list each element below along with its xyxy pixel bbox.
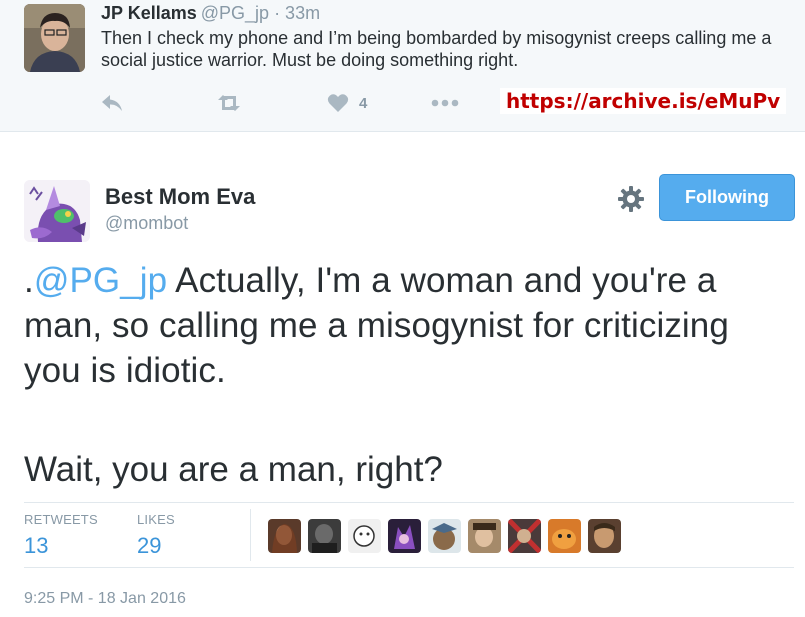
text-prefix: . [24, 261, 34, 300]
stats-vertical-divider [250, 509, 251, 561]
liker-avatar[interactable] [348, 519, 381, 553]
retweets-count: 13 [24, 533, 49, 558]
main-tweet-text: .@PG_jp Actually, I'm a woman and you're… [24, 258, 794, 393]
stats-divider-top [24, 502, 794, 503]
liker-avatar[interactable] [428, 519, 461, 553]
like-count: 4 [359, 94, 368, 112]
reply-header: JP Kellams @PG_jp · 33m [101, 2, 320, 24]
reply-icon [101, 93, 123, 113]
main-tweet-text-line2: Wait, you are a man, right? [24, 450, 443, 489]
liker-avatar[interactable] [468, 519, 501, 553]
likes-label: LIKES [137, 512, 175, 527]
heart-icon [327, 93, 349, 113]
settings-button[interactable] [617, 185, 645, 213]
liker-avatar[interactable] [508, 519, 541, 553]
retweet-button[interactable] [215, 90, 243, 116]
liker-avatar[interactable] [268, 519, 301, 553]
reply-avatar[interactable] [24, 4, 85, 72]
reply-button[interactable] [101, 90, 123, 116]
archive-link[interactable]: https://archive.is/eMuPv [500, 88, 787, 114]
retweets-label: RETWEETS [24, 512, 98, 527]
tweet-timestamp[interactable]: 9:25 PM - 18 Jan 2016 [24, 590, 186, 608]
following-button[interactable]: Following [659, 174, 795, 221]
reply-time[interactable]: · 33m [274, 3, 320, 23]
liker-avatar[interactable] [588, 519, 621, 553]
main-author-handle[interactable]: @mombot [105, 213, 188, 234]
like-button[interactable]: 4 [327, 90, 367, 116]
retweets-stat[interactable]: RETWEETS 13 [24, 512, 98, 559]
stats-divider-bottom [24, 567, 794, 568]
liker-avatar[interactable] [388, 519, 421, 553]
liker-avatar[interactable] [308, 519, 341, 553]
reply-actions: 4 https://archive.is/eMuPv [101, 88, 801, 116]
reply-text: Then I check my phone and I’m being bomb… [101, 28, 772, 70]
likes-stat[interactable]: LIKES 29 [137, 512, 175, 559]
reply-author-handle[interactable]: @PG_jp [201, 3, 269, 23]
likes-count: 29 [137, 533, 162, 558]
main-avatar[interactable] [24, 180, 90, 242]
gear-icon [617, 186, 645, 217]
liker-avatar[interactable] [548, 519, 581, 553]
reply-tweet[interactable]: JP Kellams @PG_jp · 33m Then I check my p… [0, 0, 805, 132]
main-author-name[interactable]: Best Mom Eva [105, 184, 255, 210]
reply-author-name[interactable]: JP Kellams [101, 3, 197, 23]
more-button[interactable] [431, 90, 459, 116]
retweet-icon [215, 93, 243, 113]
more-icon [431, 99, 459, 107]
mention-link[interactable]: @PG_jp [34, 261, 167, 300]
